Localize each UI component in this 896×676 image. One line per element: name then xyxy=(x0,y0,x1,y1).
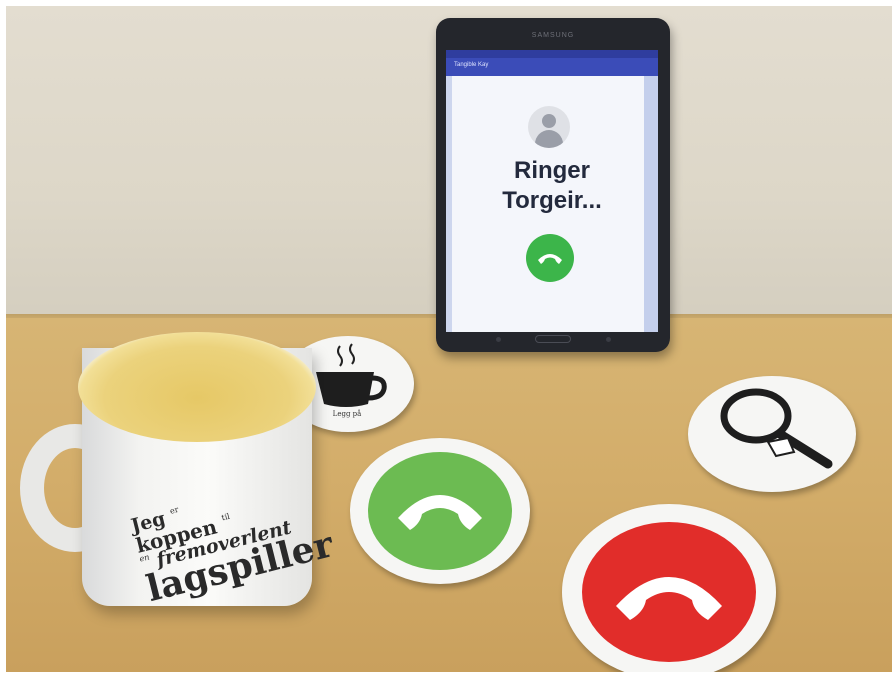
phone-answer-icon xyxy=(398,495,482,530)
coaster-label: Legg på xyxy=(332,410,362,418)
end-call-button[interactable] xyxy=(526,234,574,282)
phone-icon xyxy=(538,254,562,264)
back-button[interactable] xyxy=(606,337,611,342)
mug-text-1-small: er xyxy=(168,504,180,516)
tablet: SAMSUNG Tangible Kay Ringer Torgeir... xyxy=(436,18,670,352)
left-strip xyxy=(446,76,452,332)
coffee-mug: Jeg er koppen til en fremoverlent lagspi… xyxy=(20,328,337,618)
photo-scene: SAMSUNG Tangible Kay Ringer Torgeir... L… xyxy=(6,6,892,672)
tablet-brand: SAMSUNG xyxy=(531,32,575,39)
status-bar xyxy=(446,50,658,58)
magnifier-icon xyxy=(720,388,833,469)
mug-text-3-prefix: en xyxy=(138,552,151,564)
recent-apps-button[interactable] xyxy=(496,337,501,342)
phone-hangup-icon xyxy=(616,577,722,620)
contact-avatar-icon xyxy=(528,106,570,148)
red-circle xyxy=(582,522,756,662)
mug-text-2-small: til xyxy=(220,511,231,523)
tablet-screen: Tangible Kay Ringer Torgeir... xyxy=(446,50,658,332)
tablet-nav-bar xyxy=(436,332,670,346)
home-button[interactable] xyxy=(535,335,571,343)
app-title: Tangible Kay xyxy=(454,62,489,68)
coaster-answer[interactable] xyxy=(350,438,530,584)
coaster-search[interactable] xyxy=(688,376,856,492)
calling-text-line1: Ringer xyxy=(513,157,590,184)
green-circle xyxy=(368,452,512,570)
calling-text-line2: Torgeir... xyxy=(502,187,602,214)
coaster-hangup[interactable] xyxy=(562,504,776,672)
mug-rim xyxy=(78,332,316,442)
